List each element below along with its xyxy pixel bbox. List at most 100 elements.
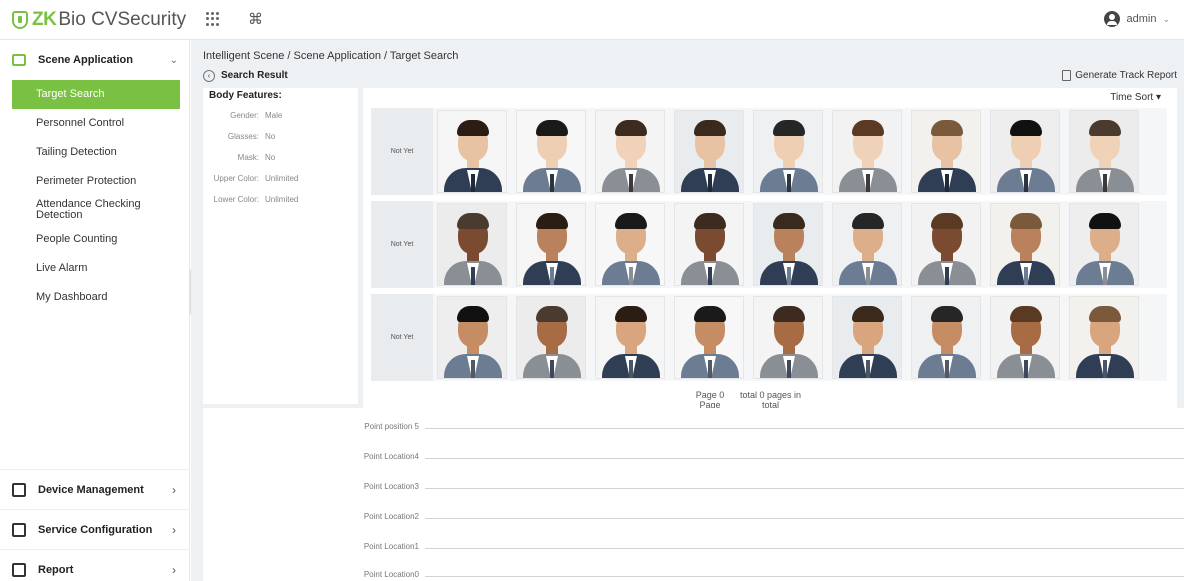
timeline-label: Point Location3 — [363, 482, 419, 491]
timeline-line — [425, 488, 1184, 489]
sidebar-item-my-dashboard[interactable]: My Dashboard — [12, 283, 180, 312]
timeline-row: Point Location3 — [203, 482, 1184, 496]
feature-key: Mask: — [237, 153, 259, 162]
result-row: Not Yet — [371, 201, 1167, 288]
sidebar-item-people-counting[interactable]: People Counting — [12, 225, 180, 254]
person-thumbnail[interactable] — [911, 203, 981, 286]
person-thumbnail[interactable] — [753, 296, 823, 379]
person-thumbnail[interactable] — [832, 203, 902, 286]
sidebar-item-live-alarm[interactable]: Live Alarm — [12, 254, 180, 283]
feature-value: Male — [265, 111, 283, 120]
feature-key: Lower Color: — [213, 195, 259, 204]
feature-row: Gender: Male — [209, 111, 352, 132]
person-thumbnail[interactable] — [1069, 110, 1139, 193]
timeline-row: Point position 5 — [203, 422, 1184, 436]
scene-icon — [12, 54, 26, 66]
person-thumbnail[interactable] — [674, 296, 744, 379]
photo-strip — [433, 203, 1139, 286]
person-thumbnail[interactable] — [1069, 296, 1139, 379]
sidebar-item-perimeter-protection[interactable]: Perimeter Protection — [12, 167, 180, 196]
feature-key: Glasses: — [227, 132, 259, 141]
generate-label: Generate Track Report — [1075, 70, 1177, 81]
timeline-line — [425, 518, 1184, 519]
person-thumbnail[interactable] — [832, 110, 902, 193]
feature-row: Upper Color: Unlimited — [209, 174, 352, 195]
menu-label: Report — [38, 563, 74, 576]
chevron-down-icon: ⌄ — [1162, 13, 1170, 24]
app-logo[interactable]: ZK Bio CVSecurity — [12, 9, 186, 31]
command-icon[interactable]: ⌘ — [248, 10, 263, 28]
chevron-right-icon: › — [172, 562, 176, 577]
person-thumbnail[interactable] — [990, 296, 1060, 379]
sidebar-item-target-search[interactable]: Target Search — [12, 80, 180, 109]
person-thumbnail[interactable] — [911, 296, 981, 379]
person-thumbnail[interactable] — [595, 110, 665, 193]
feature-row: Glasses: No — [209, 132, 352, 153]
person-thumbnail[interactable] — [516, 296, 586, 379]
back-icon[interactable]: ‹ — [203, 70, 215, 82]
person-thumbnail[interactable] — [674, 203, 744, 286]
person-thumbnail[interactable] — [595, 203, 665, 286]
row-status-label: Not Yet — [371, 108, 433, 195]
feature-row: Lower Color: Unlimited — [209, 195, 352, 216]
person-thumbnail[interactable] — [437, 296, 507, 379]
report-doc-icon — [1062, 70, 1072, 81]
person-thumbnail[interactable] — [437, 203, 507, 286]
photo-strip — [433, 110, 1139, 193]
timeline-line — [425, 548, 1184, 549]
time-sort-dropdown[interactable]: Time Sort ▾ — [1110, 92, 1161, 103]
result-row: Not Yet — [371, 294, 1167, 381]
point-timeline: Point position 5 Point Location4 Point L… — [203, 408, 1184, 581]
person-thumbnail[interactable] — [990, 110, 1060, 193]
chevron-right-icon: › — [172, 522, 176, 537]
menu-report[interactable]: Report › — [0, 549, 190, 581]
menu-label: Service Configuration — [38, 523, 153, 536]
service-icon — [12, 522, 26, 537]
person-thumbnail[interactable] — [990, 203, 1060, 286]
main-content: Intelligent Scene / Scene Application / … — [191, 40, 1184, 581]
feature-value: No — [265, 132, 276, 141]
sidebar-item-personnel-control[interactable]: Personnel Control — [12, 109, 180, 138]
user-name: admin — [1126, 13, 1157, 25]
shield-logo-icon — [12, 11, 28, 29]
pager-total: total 0 pages in total — [739, 390, 802, 410]
timeline-label: Point Location4 — [363, 452, 419, 461]
result-toolbar: ‹ Search Result Generate Track Report — [201, 70, 1177, 86]
person-thumbnail[interactable] — [516, 203, 586, 286]
menu-service-configuration[interactable]: Service Configuration › — [0, 509, 190, 549]
person-thumbnail[interactable] — [437, 110, 507, 193]
sidebar-item-tailing-detection[interactable]: Tailing Detection — [12, 138, 180, 167]
logo-product-text: Bio CVSecurity — [58, 9, 187, 30]
sidebar-item-attendance-checking-detection[interactable]: Attendance Checking Detection — [12, 196, 180, 225]
person-thumbnail[interactable] — [674, 110, 744, 193]
breadcrumb: Intelligent Scene / Scene Application / … — [203, 50, 459, 62]
apps-grid-icon[interactable] — [206, 12, 220, 26]
person-thumbnail[interactable] — [1069, 203, 1139, 286]
feature-key: Upper Color: — [213, 174, 259, 183]
person-thumbnail[interactable] — [516, 110, 586, 193]
person-thumbnail[interactable] — [595, 296, 665, 379]
timeline-label: Point Location1 — [363, 542, 419, 551]
generate-track-report-button[interactable]: Generate Track Report — [1062, 70, 1177, 81]
timeline-row: Point Location4 — [203, 452, 1184, 466]
menu-device-management[interactable]: Device Management › — [0, 469, 190, 509]
person-thumbnail[interactable] — [832, 296, 902, 379]
person-thumbnail[interactable] — [911, 110, 981, 193]
timeline-label: Point Location0 — [363, 570, 419, 579]
timeline-label: Point position 5 — [364, 422, 419, 431]
report-icon — [12, 562, 26, 577]
feature-value: No — [265, 153, 276, 162]
submenu: Target Search Personnel Control Tailing … — [12, 80, 180, 312]
timeline-line — [425, 576, 1184, 577]
person-thumbnail[interactable] — [753, 203, 823, 286]
person-thumbnail[interactable] — [753, 110, 823, 193]
timeline-line — [425, 428, 1184, 429]
menu-scene-application[interactable]: Scene Application ⌄ — [0, 44, 190, 76]
row-status-label: Not Yet — [371, 294, 433, 381]
sidebar: Scene Application ⌄ Target Search Person… — [0, 40, 190, 581]
pager: Page 0 Page total 0 pages in total — [693, 390, 806, 410]
user-menu[interactable]: admin ⌄ — [1104, 11, 1170, 27]
device-icon — [12, 482, 26, 497]
pager-page: Page 0 Page — [695, 390, 725, 410]
timeline-label: Point Location2 — [363, 512, 419, 521]
